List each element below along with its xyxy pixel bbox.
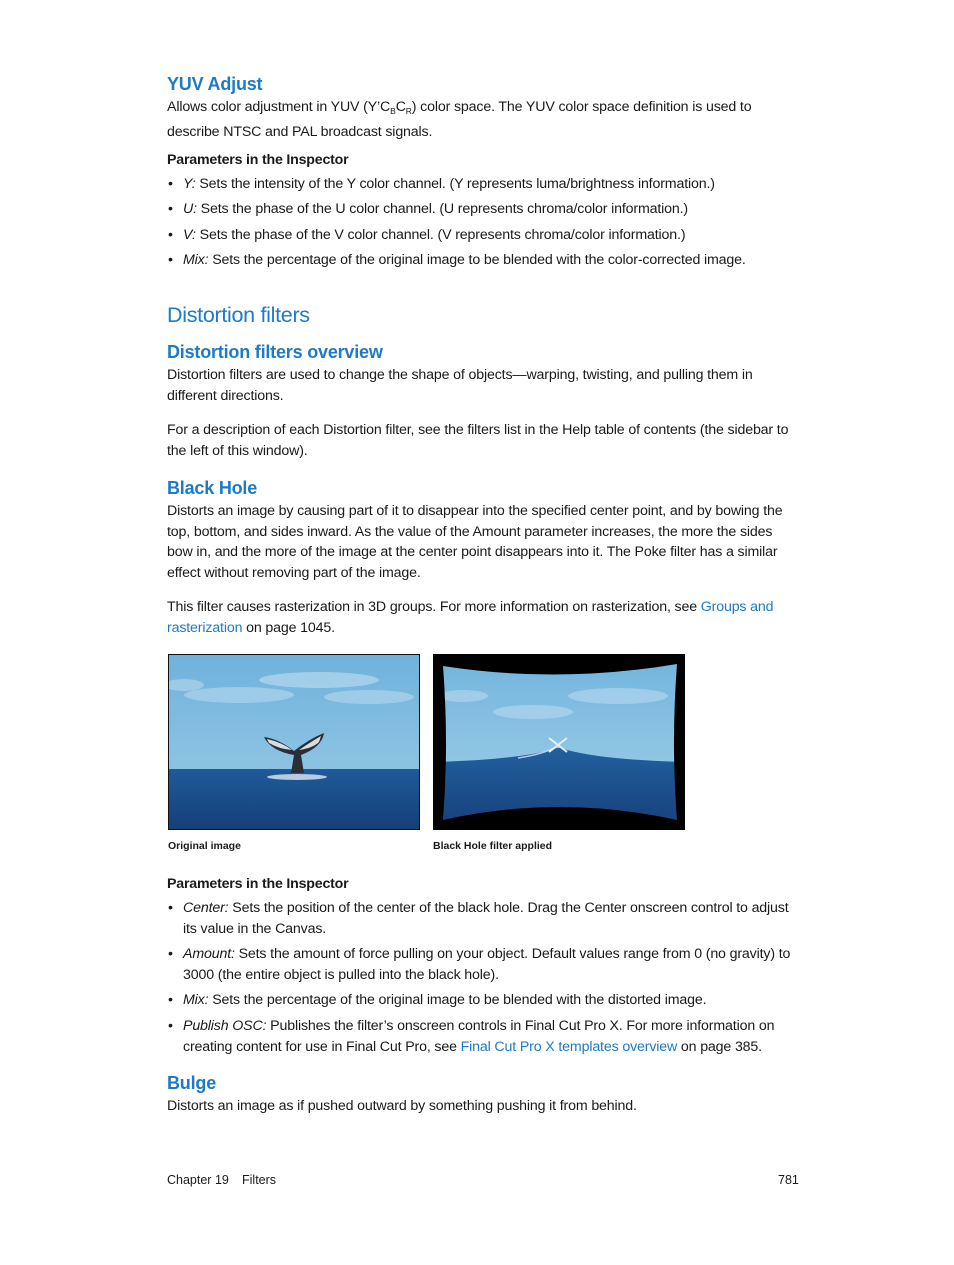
bullet-icon: • xyxy=(168,176,173,192)
cloud xyxy=(443,690,488,702)
figure-original-image xyxy=(168,654,420,830)
distortion-overview-p2: For a description of each Distortion fil… xyxy=(167,422,789,459)
bullet-icon: • xyxy=(168,201,173,218)
page-number: 781 xyxy=(778,1173,799,1187)
param-term: V: xyxy=(183,226,196,243)
param-term: Mix: xyxy=(183,992,209,1009)
black-hole-params-list: • Center: Sets the position of the center… xyxy=(167,898,797,1057)
param-text: Sets the phase of the U color channel. (… xyxy=(196,201,689,218)
text-run: C xyxy=(395,99,406,115)
yuv-params-label: Parameters in the Inspector xyxy=(167,152,349,168)
yuv-adjust-heading: YUV Adjust xyxy=(167,74,263,94)
param-text: Sets the percentage of the original imag… xyxy=(208,992,707,1009)
param-text: on page 385. xyxy=(677,1038,762,1055)
caption-original-image: Original image xyxy=(168,840,241,852)
cloud xyxy=(324,690,414,704)
text-run: on page 1045. xyxy=(242,619,335,636)
cloud xyxy=(493,705,573,719)
param-text: Sets the position of the center of the b… xyxy=(183,900,789,937)
list-item: • Amount: Sets the amount of force pullin… xyxy=(167,944,797,985)
black-hole-heading: Black Hole xyxy=(167,478,258,498)
black-hole-rasterization-note: This filter causes rasterization in 3D g… xyxy=(167,597,797,638)
black-hole-description: Distorts an image by causing part of it … xyxy=(167,503,783,581)
param-term: Mix: xyxy=(183,252,209,269)
distortion-filters-title: Distortion filters xyxy=(167,303,310,327)
splash xyxy=(267,774,327,780)
distortion-overview-p1: Distortion filters are used to change th… xyxy=(167,367,753,404)
bullet-icon: • xyxy=(168,900,173,916)
list-item: • Y: Sets the intensity of the Y color ch… xyxy=(167,174,797,195)
text-run: This filter causes rasterization in 3D g… xyxy=(167,599,701,615)
param-term: U: xyxy=(183,201,197,218)
black-hole-params-label: Parameters in the Inspector xyxy=(167,876,349,892)
bulge-description: Distorts an image as if pushed outward b… xyxy=(167,1098,637,1114)
param-text: Sets the amount of force pulling on your… xyxy=(183,946,791,983)
param-text: Sets the phase of the V color channel. (… xyxy=(195,226,686,243)
list-item: • V: Sets the phase of the V color channe… xyxy=(167,225,797,246)
bullet-icon: • xyxy=(168,992,173,1009)
param-text: Sets the percentage of the original imag… xyxy=(208,252,746,269)
bullet-icon: • xyxy=(168,226,173,243)
bulge-heading: Bulge xyxy=(167,1073,217,1093)
text-run: Allows color adjustment in YUV (Y’C xyxy=(167,99,391,115)
param-term: Publish OSC: xyxy=(183,1017,267,1034)
yuv-adjust-description: Allows color adjustment in YUV (Y’CBCR) … xyxy=(167,97,797,142)
bullet-icon: • xyxy=(168,252,173,269)
footer-chapter: Chapter 19 xyxy=(167,1173,229,1187)
list-item: • U: Sets the phase of the U color channe… xyxy=(167,199,797,220)
whale-tail-photo xyxy=(169,655,419,829)
yuv-params-list: • Y: Sets the intensity of the Y color ch… xyxy=(167,174,797,271)
list-item: • Mix: Sets the percentage of the origina… xyxy=(167,250,797,271)
list-item: • Publish OSC: Publishes the filter’s ons… xyxy=(167,1016,797,1057)
distortion-overview-heading: Distortion filters overview xyxy=(167,342,383,362)
list-item: • Mix: Sets the percentage of the origina… xyxy=(167,990,797,1011)
list-item: • Center: Sets the position of the center… xyxy=(167,898,797,939)
cloud xyxy=(184,687,294,703)
param-term: Y: xyxy=(183,176,196,192)
black-hole-distorted-photo xyxy=(433,654,685,830)
caption-black-hole-applied: Black Hole filter applied xyxy=(433,840,553,852)
figure-black-hole-applied xyxy=(433,654,685,830)
final-cut-pro-templates-overview-link[interactable]: Final Cut Pro X templates overview xyxy=(461,1039,678,1055)
param-term: Center: xyxy=(183,900,229,916)
cloud xyxy=(259,672,379,688)
bullet-icon: • xyxy=(168,946,173,963)
param-term: Amount: xyxy=(183,946,235,963)
footer-section-link[interactable]: Filters xyxy=(242,1173,276,1187)
param-text: Sets the intensity of the Y color channe… xyxy=(195,176,715,192)
bullet-icon: • xyxy=(168,1017,173,1034)
cloud xyxy=(568,688,668,704)
